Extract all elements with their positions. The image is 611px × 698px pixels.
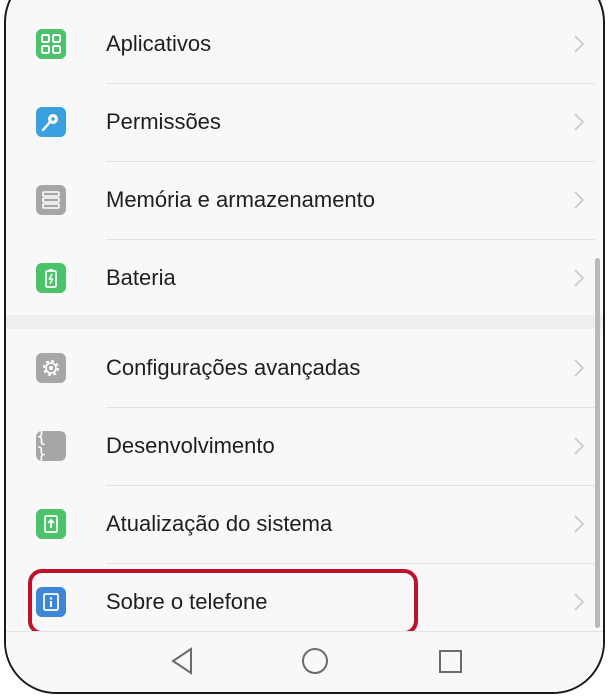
settings-item-label: Atualização do sistema	[106, 511, 333, 536]
back-triangle-icon[interactable]	[169, 646, 197, 676]
section-separator	[6, 315, 603, 329]
gear-icon	[36, 353, 66, 383]
chevron-right-icon	[574, 269, 585, 287]
system-update-icon	[36, 509, 66, 539]
navigation-bar	[6, 631, 603, 692]
settings-item-aplicativos[interactable]: Aplicativos	[6, 5, 603, 83]
highlight-box	[28, 569, 418, 635]
storage-icon	[36, 185, 66, 215]
settings-item-bateria[interactable]: Bateria	[6, 239, 603, 317]
settings-item-label: Permissões	[106, 109, 221, 134]
chevron-right-icon	[574, 191, 585, 209]
chevron-right-icon	[574, 437, 585, 455]
settings-item-label: Memória e armazenamento	[106, 187, 376, 212]
home-circle-icon[interactable]	[300, 646, 330, 676]
battery-icon	[36, 263, 66, 293]
settings-item-desenvolvimento[interactable]: { } Desenvolvimento	[6, 407, 603, 485]
braces-icon: { }	[36, 428, 66, 464]
recents-square-icon[interactable]	[438, 646, 464, 676]
chevron-right-icon	[574, 515, 585, 533]
settings-item-permissoes[interactable]: Permissões	[6, 83, 603, 161]
settings-item-label: Bateria	[106, 265, 176, 290]
chevron-right-icon	[574, 359, 585, 377]
apps-grid-icon	[36, 29, 66, 59]
settings-item-memoria[interactable]: Memória e armazenamento	[6, 161, 603, 239]
phone-frame: Aplicativos Permissões Memória e armazen…	[4, 0, 605, 694]
chevron-right-icon	[574, 35, 585, 53]
settings-item-label: Aplicativos	[106, 31, 212, 56]
settings-item-atualizacao[interactable]: Atualização do sistema	[6, 485, 603, 563]
settings-item-label: Desenvolvimento	[106, 433, 275, 458]
key-icon	[36, 107, 66, 137]
chevron-right-icon	[574, 593, 585, 611]
settings-item-configuracoes-avancadas[interactable]: Configurações avançadas	[6, 329, 603, 407]
settings-item-label: Configurações avançadas	[106, 355, 361, 380]
scrollbar[interactable]	[595, 258, 600, 628]
chevron-right-icon	[574, 113, 585, 131]
